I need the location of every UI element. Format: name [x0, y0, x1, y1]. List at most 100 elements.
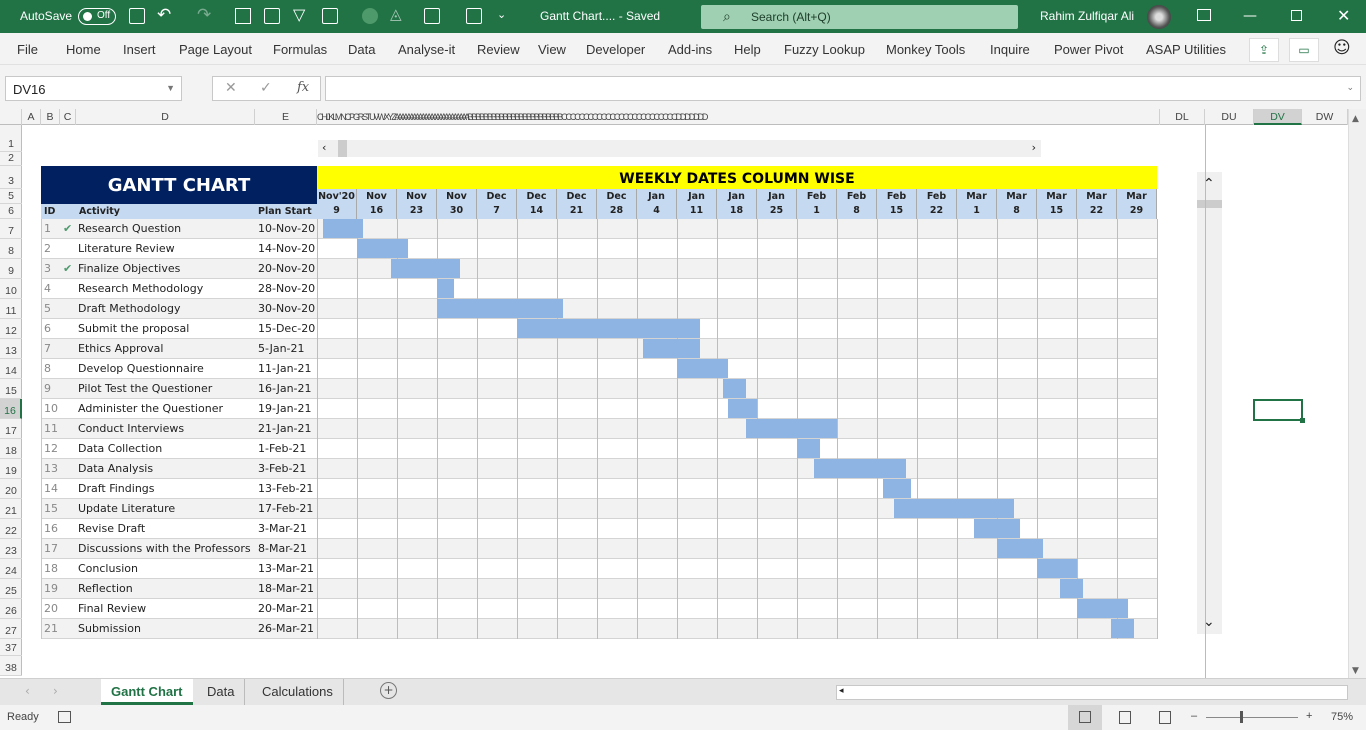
fill-color-icon[interactable]: ◬ [390, 5, 402, 23]
task-plan-start[interactable]: 10-Nov-20 [258, 219, 315, 238]
insert-function-icon[interactable]: fx [297, 80, 309, 95]
sheet-tab-gantt-chart[interactable]: Gantt Chart [101, 679, 193, 705]
feedback-smiley-icon[interactable]: ☺ [1333, 38, 1351, 58]
task-plan-start[interactable]: 26-Mar-21 [258, 619, 314, 638]
column-B[interactable]: B [41, 109, 60, 125]
task-activity[interactable]: Conclusion [78, 559, 138, 578]
task-activity[interactable]: Discussions with the Professors [78, 539, 251, 558]
menu-monkey-tools[interactable]: Monkey Tools [886, 42, 965, 57]
restore-icon[interactable] [1291, 10, 1302, 21]
menu-file[interactable]: File [17, 42, 38, 57]
redo-icon[interactable]: ↷ [197, 5, 211, 25]
compressed-columns[interactable]: CH I J K L M N C P G R S T U V W X Y Z A… [317, 109, 1160, 125]
task-plan-start[interactable]: 13-Feb-21 [258, 479, 313, 498]
row-header-20[interactable]: 20 [0, 479, 22, 499]
scroll-thumb[interactable] [1197, 200, 1222, 208]
row-header-14[interactable]: 14 [0, 359, 22, 379]
menu-inquire[interactable]: Inquire [990, 42, 1030, 57]
scroll-left-icon[interactable]: ‹ [322, 141, 326, 154]
selected-cell[interactable] [1253, 399, 1305, 423]
comments-icon[interactable]: ▭ [1289, 38, 1319, 62]
task-activity[interactable]: Reflection [78, 579, 133, 598]
task-activity[interactable]: Pilot Test the Questioner [78, 379, 212, 398]
task-plan-start[interactable]: 16-Jan-21 [258, 379, 312, 398]
row-header-27[interactable]: 27 [0, 619, 22, 639]
record-icon[interactable] [362, 8, 378, 24]
menu-view[interactable]: View [538, 42, 566, 57]
task-activity[interactable]: Draft Findings [78, 479, 155, 498]
column-C[interactable]: C [60, 109, 76, 125]
row-header-24[interactable]: 24 [0, 559, 22, 579]
form-icon[interactable] [466, 8, 482, 24]
add-sheet-icon[interactable]: + [380, 682, 397, 699]
tools-icon[interactable] [424, 8, 440, 24]
menu-analyse-it[interactable]: Analyse-it [398, 42, 455, 57]
page-layout-icon[interactable] [1119, 711, 1131, 724]
row-header-10[interactable]: 10 [0, 279, 22, 299]
vertical-scrollbar[interactable]: ▲ ▼ [1348, 109, 1366, 678]
column-DU[interactable]: DU [1205, 109, 1254, 125]
task-plan-start[interactable]: 13-Mar-21 [258, 559, 314, 578]
fill-handle[interactable] [1300, 418, 1305, 423]
scroll-left-icon[interactable]: ◂ [839, 686, 844, 696]
user-name[interactable]: Rahim Zulfiqar Ali [1040, 9, 1134, 23]
column-D[interactable]: D [76, 109, 255, 125]
menu-fuzzy-lookup[interactable]: Fuzzy Lookup [784, 42, 865, 57]
task-activity[interactable]: Draft Methodology [78, 299, 181, 318]
menu-asap-utilities[interactable]: ASAP Utilities [1146, 42, 1226, 57]
chevron-down-icon[interactable]: ▼ [166, 83, 175, 93]
prev-sheet-icon[interactable]: ‹ [25, 684, 30, 698]
menu-data[interactable]: Data [348, 42, 375, 57]
menu-help[interactable]: Help [734, 42, 761, 57]
task-plan-start[interactable]: 20-Mar-21 [258, 599, 314, 618]
row-header-9[interactable]: 9 [0, 259, 22, 279]
row-header-37[interactable]: 37 [0, 639, 22, 656]
task-plan-start[interactable]: 20-Nov-20 [258, 259, 315, 278]
column-DV[interactable]: DV [1254, 109, 1302, 125]
scroll-down-icon[interactable]: ▼ [1352, 666, 1359, 676]
customize-qat-icon[interactable]: ⌄ [497, 8, 506, 21]
scroll-up-icon[interactable]: ▲ [1352, 114, 1359, 124]
menu-home[interactable]: Home [66, 42, 101, 57]
chart-icon[interactable] [235, 8, 251, 24]
task-scrollbar[interactable]: ⌃ ⌄ [1197, 172, 1222, 634]
menu-review[interactable]: Review [477, 42, 520, 57]
expand-formula-icon[interactable]: ⌄ [1346, 83, 1354, 93]
share-icon[interactable]: ⇪ [1249, 38, 1279, 62]
task-activity[interactable]: Research Methodology [78, 279, 203, 298]
task-activity[interactable]: Develop Questionnaire [78, 359, 204, 378]
row-header-17[interactable]: 17 [0, 419, 22, 439]
task-plan-start[interactable]: 28-Nov-20 [258, 279, 315, 298]
task-plan-start[interactable]: 15-Dec-20 [258, 319, 315, 338]
task-activity[interactable]: Administer the Questioner [78, 399, 223, 418]
select-all[interactable] [0, 109, 22, 125]
task-activity[interactable]: Literature Review [78, 239, 175, 258]
document-title[interactable]: Gantt Chart.... - Saved [540, 9, 660, 23]
next-sheet-icon[interactable]: › [53, 684, 58, 698]
accessibility-icon[interactable] [58, 711, 71, 723]
minimize-icon[interactable]: — [1243, 8, 1257, 24]
row-header-15[interactable]: 15 [0, 379, 22, 399]
formula-input[interactable]: ⌄ [325, 76, 1361, 101]
name-box[interactable]: DV16 ▼ [5, 76, 182, 101]
row-header-18[interactable]: 18 [0, 439, 22, 459]
menu-power-pivot[interactable]: Power Pivot [1054, 42, 1123, 57]
menu-add-ins[interactable]: Add-ins [668, 42, 712, 57]
cancel-icon[interactable]: ✕ [225, 80, 237, 96]
task-activity[interactable]: Update Literature [78, 499, 175, 518]
row-header-38[interactable]: 38 [0, 656, 22, 676]
timeline-scrollbar[interactable]: ‹ › [318, 140, 1041, 157]
task-activity[interactable]: Data Collection [78, 439, 162, 458]
task-plan-start[interactable]: 19-Jan-21 [258, 399, 312, 418]
task-activity[interactable]: Finalize Objectives [78, 259, 180, 278]
column-DL[interactable]: DL [1160, 109, 1205, 125]
sheet-tab-calculations[interactable]: Calculations [252, 679, 344, 705]
menu-developer[interactable]: Developer [586, 42, 645, 57]
row-header-2[interactable]: 2 [0, 152, 22, 166]
row-header-3[interactable]: 3 [0, 166, 22, 189]
column-E[interactable]: E [255, 109, 317, 125]
row-header-26[interactable]: 26 [0, 599, 22, 619]
row-header-22[interactable]: 22 [0, 519, 22, 539]
task-plan-start[interactable]: 14-Nov-20 [258, 239, 315, 258]
row-header-6[interactable]: 6 [0, 204, 22, 219]
